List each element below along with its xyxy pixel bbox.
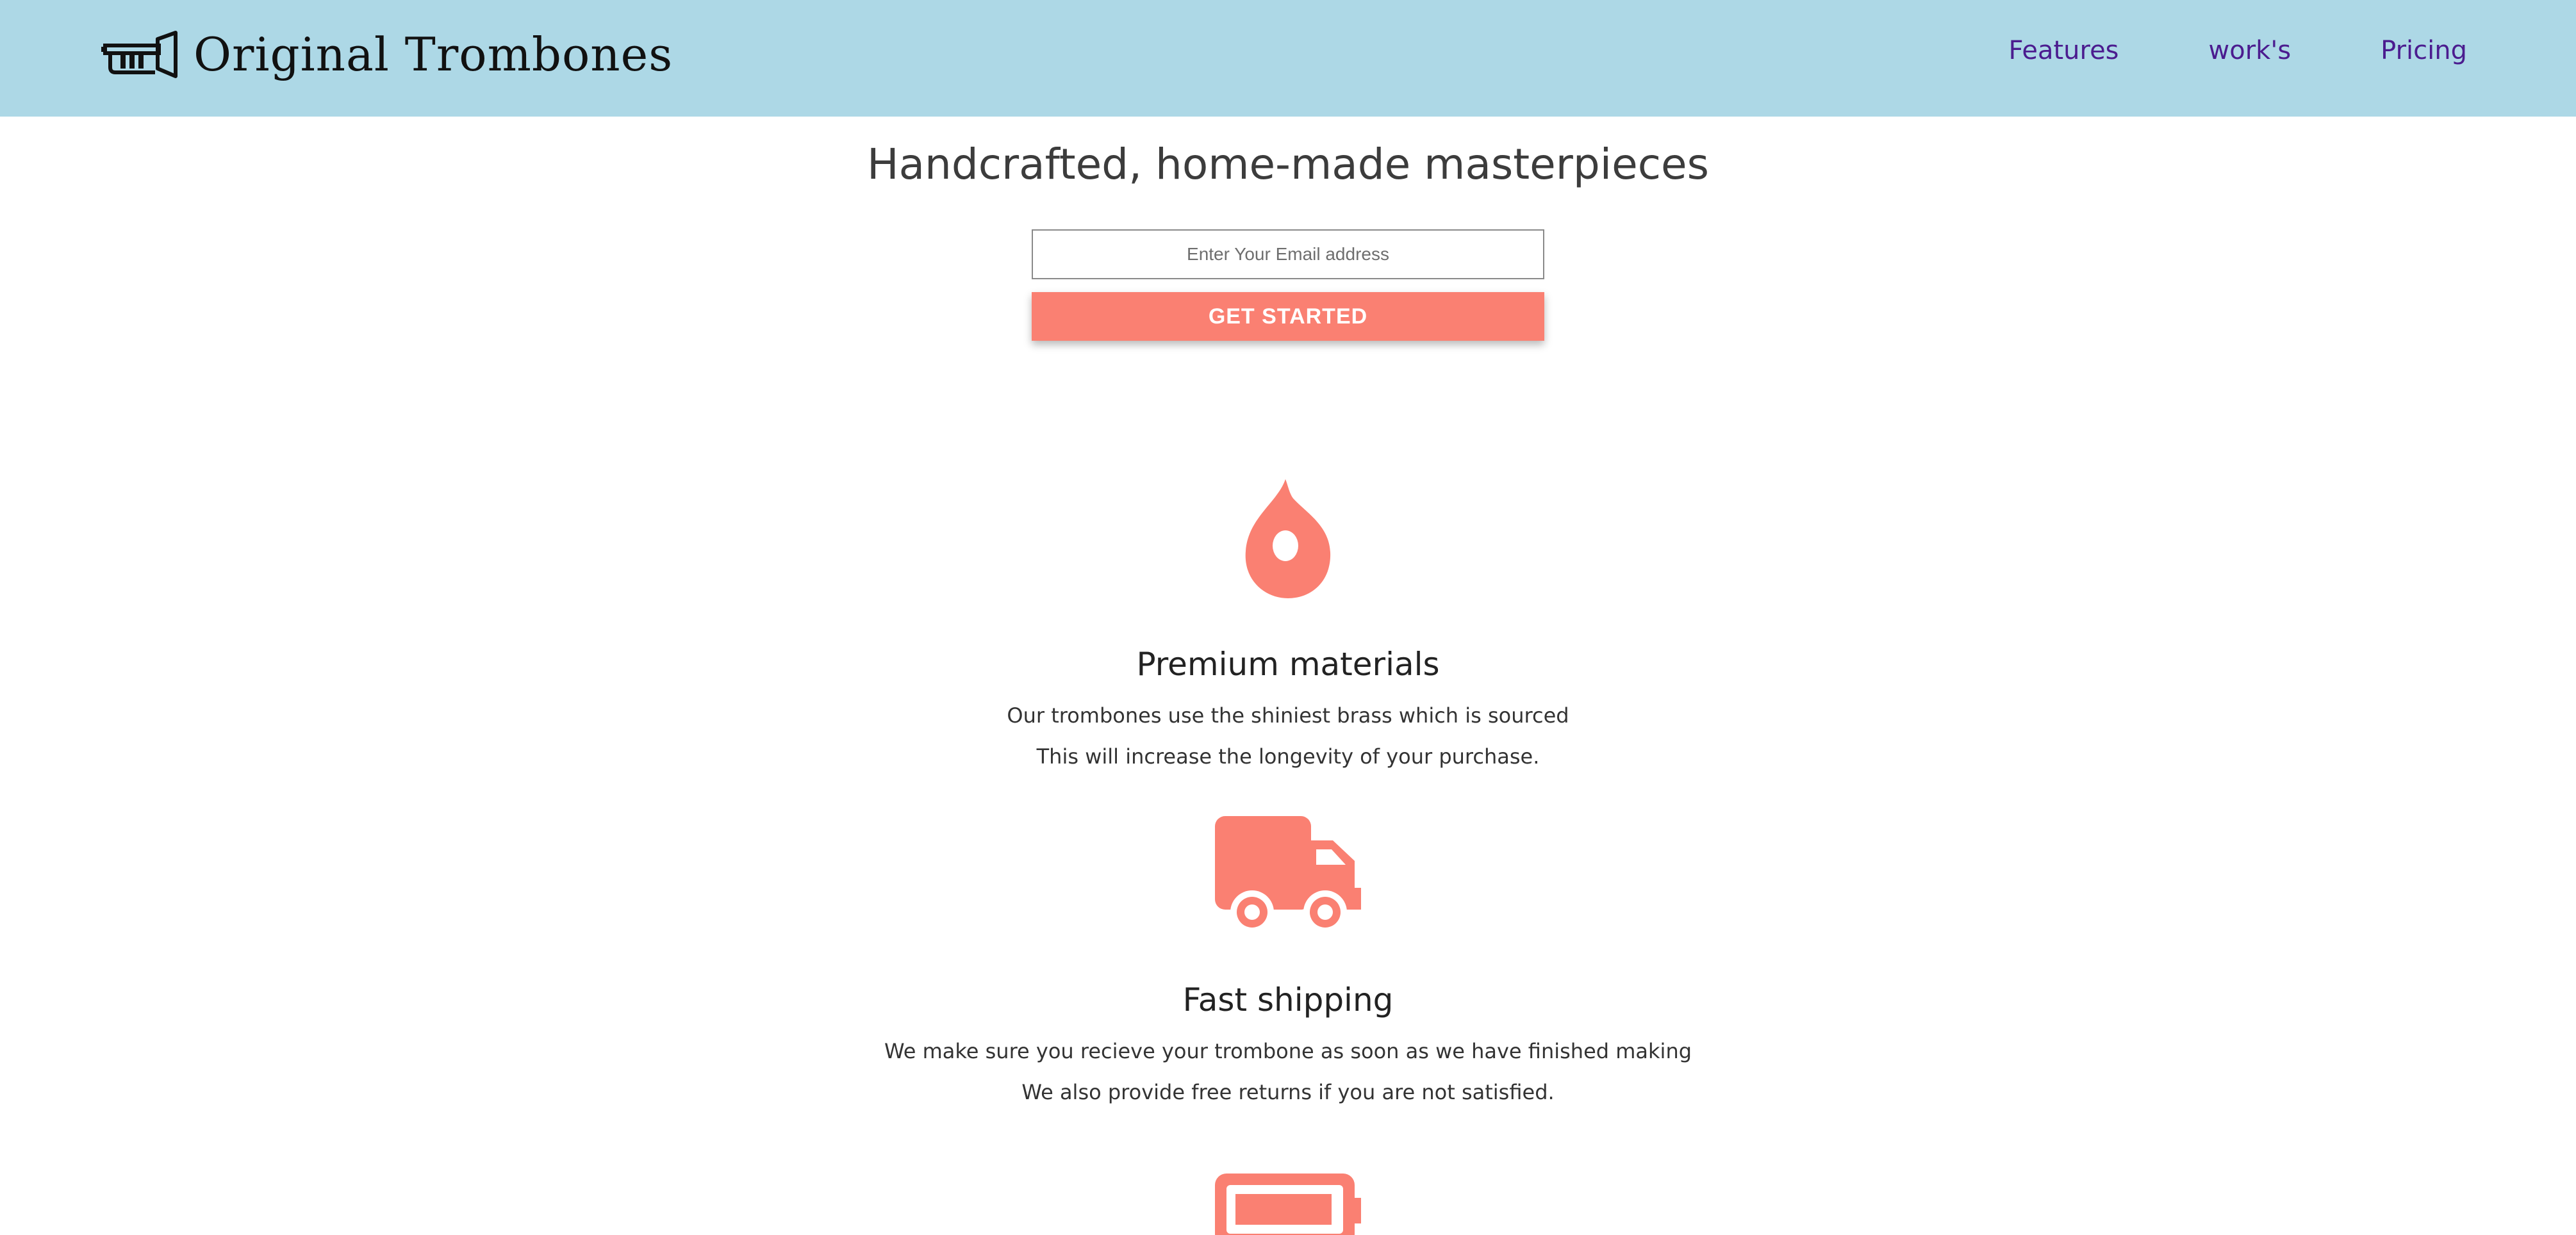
feature-text: We also provide free returns if you are … [1021,1080,1555,1104]
feature-text: This will increase the longevity of your… [1036,744,1540,769]
nav-link-pricing[interactable]: Pricing [2381,36,2467,65]
email-input[interactable] [1032,229,1544,279]
fire-icon [1245,479,1331,598]
feature-title-materials: Premium materials [1136,646,1440,683]
feature-text: Our trombones use the shiniest brass whi… [1007,703,1569,728]
brand-logo[interactable]: Original Trombones [101,26,673,83]
trumpet-icon [101,31,178,78]
site-header: Original Trombones Features work's Prici… [0,0,2576,117]
truck-icon [1215,816,1361,934]
get-started-button[interactable]: GET STARTED [1032,292,1544,341]
main-nav: Features work's Pricing [2009,36,2467,65]
nav-link-features[interactable]: Features [2009,36,2119,65]
nav-link-works[interactable]: work's [2209,36,2291,65]
feature-text: We make sure you recieve your trombone a… [884,1039,1692,1063]
hero-title: Handcrafted, home-made masterpieces [866,140,1710,189]
brand-name: Original Trombones [194,28,673,81]
battery-icon [1215,1174,1361,1235]
feature-title-shipping: Fast shipping [1182,981,1394,1018]
